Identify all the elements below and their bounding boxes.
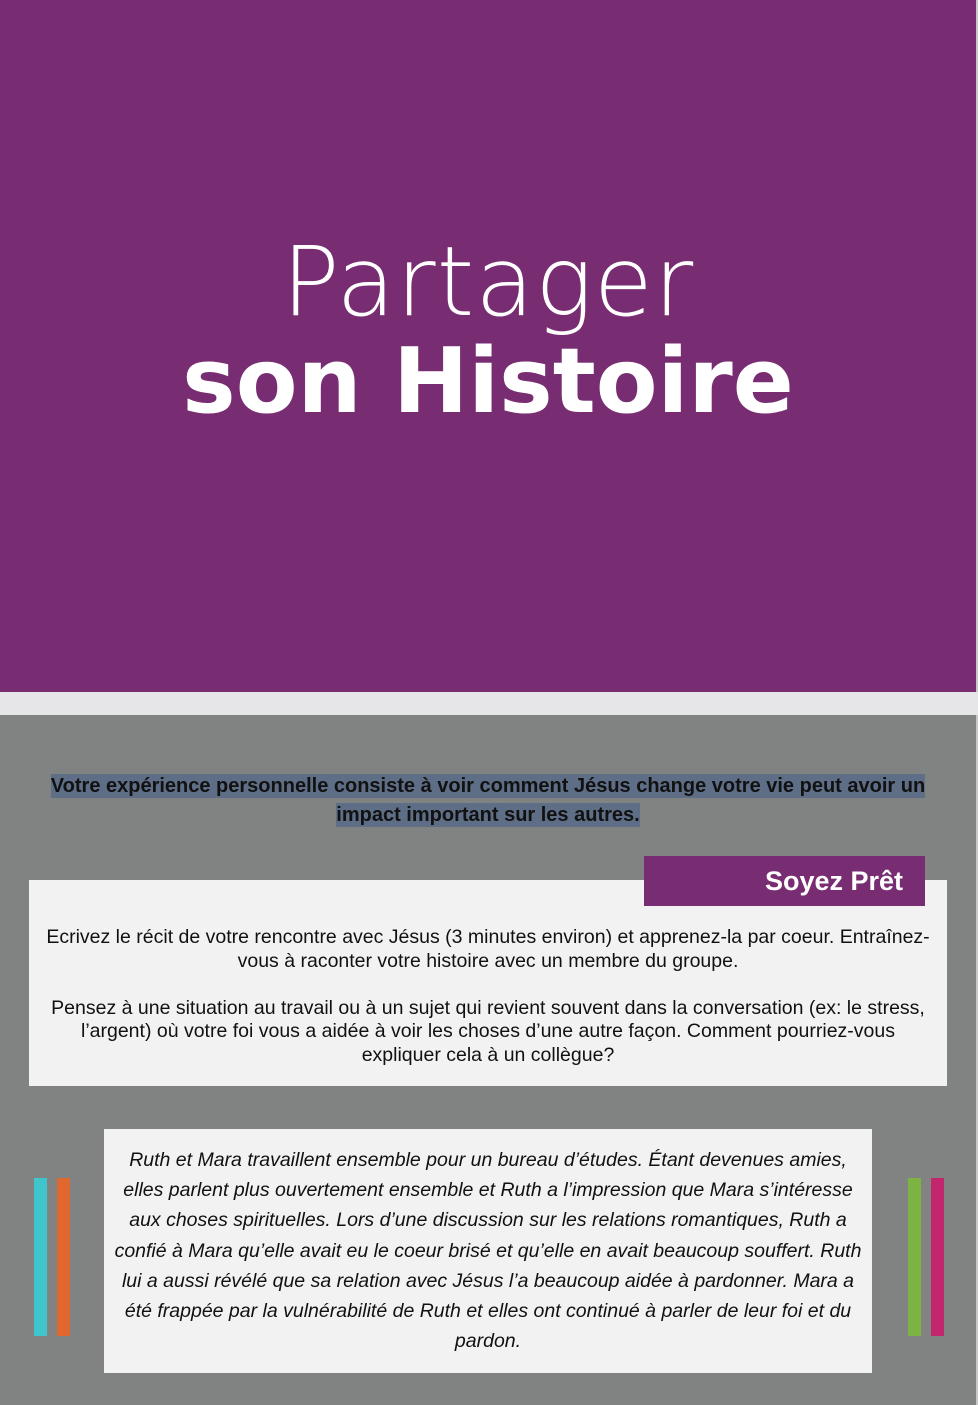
hero-banner: Partager son Histoire bbox=[0, 0, 978, 692]
hero-title-line2: son Histoire bbox=[182, 329, 794, 434]
ready-box-text: Ecrivez le récit de votre rencontre avec… bbox=[40, 926, 936, 1067]
decor-bar-left-2 bbox=[57, 1178, 70, 1336]
ready-tag: Soyez Prêt bbox=[644, 856, 925, 906]
decor-bar-left-1 bbox=[34, 1178, 47, 1336]
ready-paragraph-1: Ecrivez le récit de votre rencontre avec… bbox=[46, 926, 930, 972]
story-text: Ruth et Mara travaillent ensemble pour u… bbox=[114, 1149, 862, 1353]
decor-bar-right-1 bbox=[908, 1178, 921, 1336]
decor-bar-right-2 bbox=[931, 1178, 944, 1336]
ready-paragraph-2: Pensez à une situation au travail ou à u… bbox=[51, 996, 925, 1066]
intro-paragraph: Votre expérience personnelle consiste à … bbox=[40, 772, 936, 830]
intro-highlighted-text: Votre expérience personnelle consiste à … bbox=[50, 774, 926, 827]
section-divider bbox=[0, 692, 978, 715]
